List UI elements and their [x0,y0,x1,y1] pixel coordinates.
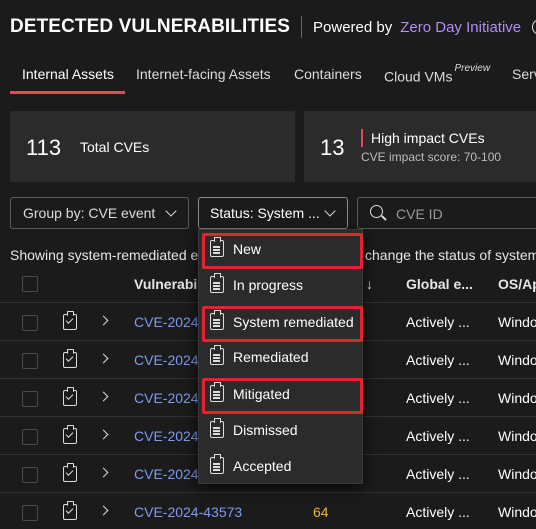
chevron-right-icon[interactable] [98,505,109,516]
column-header-global-exploitability[interactable]: Global e... [406,276,473,292]
clipboard-check-icon [210,310,224,330]
cve-link[interactable]: CVE-2024- [134,352,203,368]
high-impact-label: High impact CVEs [371,130,485,146]
column-header-vulnerability[interactable]: Vulnerabili [134,276,205,292]
powered-by-label: Powered by [313,18,393,36]
tab-cloud-vms[interactable]: Cloud VMsPreview [384,58,490,94]
high-impact-accent-bar [361,129,363,147]
status-option-accepted[interactable]: Accepted [199,448,364,484]
os-value: Windo [498,504,536,520]
cve-link[interactable]: CVE-2024- [134,314,203,330]
global-exploitability-value: Actively ... [406,352,470,368]
high-impact-cves-card: 13 High impact CVEs CVE impact score: 70… [304,111,536,182]
showing-info-text: Showing system-remediated e [10,247,199,263]
clipboard-check-icon[interactable] [63,387,77,406]
page-title: DETECTED VULNERABILITIES [10,16,291,37]
row-checkbox[interactable] [22,391,38,407]
status-filter-label: Status: System ... [210,205,320,221]
status-dropdown-menu: New In progress System remediated Remedi… [198,229,363,484]
os-value: Windo [498,466,536,482]
status-option-remediated[interactable]: Remediated [199,339,364,375]
active-tab-indicator [10,91,125,94]
info-icon[interactable]: i [532,19,536,35]
clipboard-check-icon[interactable] [63,349,77,368]
chevron-right-icon[interactable] [98,429,109,440]
status-option-label: New [233,241,262,257]
high-impact-count: 13 [320,135,345,160]
column-header-os-apps[interactable]: OS/Ap [498,276,536,292]
cve-link[interactable]: CVE-2024- [134,390,203,406]
clipboard-check-icon[interactable] [63,311,77,330]
status-option-label: In progress [233,277,304,293]
zero-day-initiative-link[interactable]: Zero Day Initiative [400,19,521,36]
cve-link[interactable]: CVE-2024- [134,428,203,444]
global-exploitability-value: Actively ... [406,466,470,482]
clipboard-check-icon [210,345,224,365]
header-divider [301,16,303,38]
chevron-down-icon [165,205,177,217]
asset-tabs: Internal Assets Internet-facing Assets C… [0,58,536,94]
total-cves-count: 113 [26,135,62,160]
global-exploitability-value: Actively ... [406,504,470,520]
search-icon [370,205,383,218]
clipboard-icon [210,237,224,257]
preview-badge: Preview [454,63,491,74]
status-option-mitigated[interactable]: Mitigated [199,376,364,414]
row-checkbox[interactable] [22,429,38,445]
cve-impact-score: 64 [313,504,329,520]
clipboard-check-icon[interactable] [63,463,77,482]
os-value: Windo [498,390,536,406]
high-impact-score-range: CVE impact score: 70-100 [361,150,502,164]
page-header: DETECTED VULNERABILITIES Powered by Zero… [10,14,536,40]
status-option-label: Accepted [233,458,292,474]
global-exploitability-value: Actively ... [406,428,470,444]
total-cves-card: 113 Total CVEs [10,111,295,182]
total-cves-label: Total CVEs [80,139,150,155]
chevron-right-icon[interactable] [98,353,109,364]
row-checkbox[interactable] [22,353,38,369]
row-checkbox[interactable] [22,315,38,331]
cve-link[interactable]: CVE-2024-43573 [134,504,242,520]
group-by-label: Group by: CVE event [23,205,156,221]
chevron-right-icon[interactable] [98,467,109,478]
status-option-system-remediated[interactable]: System remediated [199,304,364,342]
status-option-label: Mitigated [233,386,290,402]
status-option-label: Dismissed [233,422,298,438]
status-option-dismissed[interactable]: Dismissed [199,412,364,448]
cve-search-box[interactable] [357,197,536,229]
clipboard-x-icon [210,418,224,438]
sort-descending-icon[interactable]: ↓ [366,276,373,292]
group-by-dropdown[interactable]: Group by: CVE event [10,197,189,229]
row-checkbox[interactable] [22,505,38,521]
table-row[interactable]: CVE-2024-43573 64 Actively ... Windo [0,492,536,529]
tab-servers[interactable]: Serv [512,58,536,94]
clipboard-icon [210,273,224,293]
status-filter-dropdown[interactable]: Status: System ... [198,197,348,229]
os-value: Windo [498,428,536,444]
cve-link[interactable]: CVE-2024- [134,466,203,482]
clipboard-shield-icon [210,382,224,402]
status-option-label: System remediated [233,314,354,330]
showing-info-text-continued: change the status of system [365,247,536,263]
row-checkbox[interactable] [22,467,38,483]
tab-containers[interactable]: Containers [294,58,362,94]
select-all-checkbox[interactable] [22,276,38,292]
global-exploitability-value: Actively ... [406,314,470,330]
clipboard-clock-icon [210,454,224,474]
chevron-down-icon [324,205,336,217]
tab-cloud-vms-label: Cloud VMs [384,68,453,85]
clipboard-check-icon[interactable] [63,501,77,520]
status-option-in-progress[interactable]: In progress [199,267,364,303]
cve-id-search-input[interactable] [396,204,536,224]
clipboard-check-icon[interactable] [63,425,77,444]
status-option-label: Remediated [233,349,309,365]
tab-internal-assets[interactable]: Internal Assets [22,58,114,94]
os-value: Windo [498,352,536,368]
chevron-right-icon[interactable] [98,391,109,402]
status-option-new[interactable]: New [199,231,364,269]
tab-internet-facing-assets[interactable]: Internet-facing Assets [136,58,271,94]
global-exploitability-value: Actively ... [406,390,470,406]
os-value: Windo [498,314,536,330]
chevron-right-icon[interactable] [98,315,109,326]
